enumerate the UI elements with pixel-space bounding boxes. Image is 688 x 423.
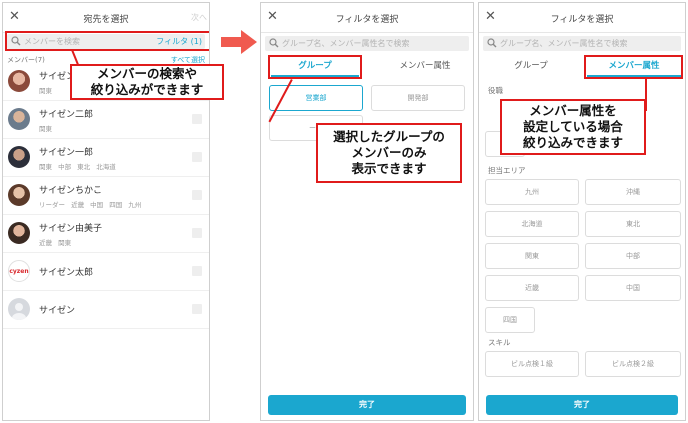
member-checkbox[interactable] [192, 152, 202, 162]
search-icon [11, 36, 21, 46]
callout-attribute-filter: メンバー属性を 設定している場合 絞り込みできます [500, 99, 646, 155]
right-arrow-icon [221, 30, 257, 54]
member-row[interactable]: サイゼン二郎 関東 [3, 101, 209, 139]
page-title: フィルタを選択 [335, 15, 399, 25]
avatar [8, 146, 30, 168]
avatar [8, 70, 30, 92]
member-row[interactable]: サイゼン [3, 291, 209, 329]
search-icon [269, 38, 279, 48]
member-tags: 近畿 関東 [39, 239, 72, 247]
member-name: サイゼン由美子 [39, 224, 103, 234]
member-checkbox[interactable] [192, 304, 202, 314]
default-avatar [8, 298, 30, 320]
member-tags: リーダー 近畿 中国 四国 九州 [39, 201, 142, 209]
user-silhouette-icon [12, 303, 26, 320]
filter-button[interactable]: フィルタ (1) [156, 36, 202, 47]
member-name: サイゼン太郎 [39, 268, 94, 278]
search-input[interactable]: グループ名、メンバー属性名で検索 [282, 38, 410, 49]
area-chip[interactable]: 関東 [485, 243, 579, 269]
search-bar[interactable]: メンバーを検索 フィルタ (1) [7, 34, 205, 49]
area-chip[interactable]: 北海道 [485, 211, 579, 237]
avatar [8, 184, 30, 206]
area-chip[interactable]: 沖縄 [585, 179, 681, 205]
page-title: フィルタを選択 [550, 15, 614, 25]
search-bar[interactable]: グループ名、メンバー属性名で検索 [265, 36, 469, 51]
company-logo-avatar: cyzen [8, 260, 30, 282]
section-skill: スキル [488, 338, 511, 347]
page-title: 宛先を選択 [83, 15, 129, 25]
group-chip[interactable]: 開発部 [371, 85, 465, 111]
member-row[interactable]: サイゼン一郎 関東 中部 東北 北海道 [3, 139, 209, 177]
member-row[interactable]: サイゼン由美子 近畿 関東 [3, 215, 209, 253]
next-button[interactable]: 次へ [191, 12, 207, 23]
search-bar[interactable]: グループ名、メンバー属性名で検索 [483, 36, 681, 51]
done-button[interactable]: 完了 [268, 395, 466, 415]
search-input[interactable]: メンバーを検索 [24, 36, 80, 47]
filter-select-screen-group: ✕ フィルタを選択 グループ名、メンバー属性名で検索 グループ メンバー属性 営… [260, 2, 474, 421]
section-role: 役職 [488, 86, 503, 95]
area-chip[interactable]: 九州 [485, 179, 579, 205]
member-name: サイゼン一郎 [39, 148, 94, 158]
avatar [8, 108, 30, 130]
member-name: サイゼン [39, 306, 76, 316]
member-tags: 関東 中部 東北 北海道 [39, 163, 116, 171]
search-input[interactable]: グループ名、メンバー属性名で検索 [500, 38, 628, 49]
member-checkbox[interactable] [192, 266, 202, 276]
member-tags: 関東 [39, 125, 52, 133]
header: ✕ 宛先を選択 次へ [3, 3, 209, 33]
member-name: サイゼン二郎 [39, 110, 94, 120]
callout-search-filter: メンバーの検索や 絞り込みができます [70, 64, 224, 100]
header: ✕ フィルタを選択 [261, 3, 473, 33]
area-chip[interactable]: 四国 [485, 307, 535, 333]
tab-member-attribute[interactable]: メンバー属性 [377, 55, 473, 77]
filter-select-screen-attribute: ✕ フィルタを選択 グループ名、メンバー属性名で検索 グループ メンバー属性 役… [478, 2, 686, 421]
highlight-box-group-tab [268, 55, 362, 79]
area-chip[interactable]: 近畿 [485, 275, 579, 301]
member-checkbox[interactable] [192, 228, 202, 238]
avatar [8, 222, 30, 244]
callout-group-filter: 選択したグループの メンバーのみ 表示できます [316, 123, 462, 183]
skill-chip[interactable]: ビル点検２級 [585, 351, 681, 377]
member-checkbox[interactable] [192, 190, 202, 200]
search-icon [487, 38, 497, 48]
tutorial-stage: ✕ 宛先を選択 次へ メンバーを検索 フィルタ (1) メンバー(7) すべて選… [0, 0, 688, 423]
area-chip[interactable]: 中部 [585, 243, 681, 269]
section-area: 担当エリア [488, 166, 526, 175]
area-chip[interactable]: 東北 [585, 211, 681, 237]
header: ✕ フィルタを選択 [479, 3, 685, 33]
member-checkbox[interactable] [192, 114, 202, 124]
highlight-box-attribute-tab [584, 55, 683, 79]
done-button[interactable]: 完了 [486, 395, 678, 415]
member-row[interactable]: サイゼンちかこ リーダー 近畿 中国 四国 九州 [3, 177, 209, 215]
logo-text: cyzen [9, 267, 29, 275]
skill-chip[interactable]: ビル点検１級 [485, 351, 579, 377]
member-row[interactable]: cyzen サイゼン太郎 [3, 253, 209, 291]
area-chip[interactable]: 中国 [585, 275, 681, 301]
member-name: サイゼンちかこ [39, 186, 103, 196]
tab-group[interactable]: グループ [483, 55, 579, 77]
member-tags: 関東 [39, 87, 52, 95]
